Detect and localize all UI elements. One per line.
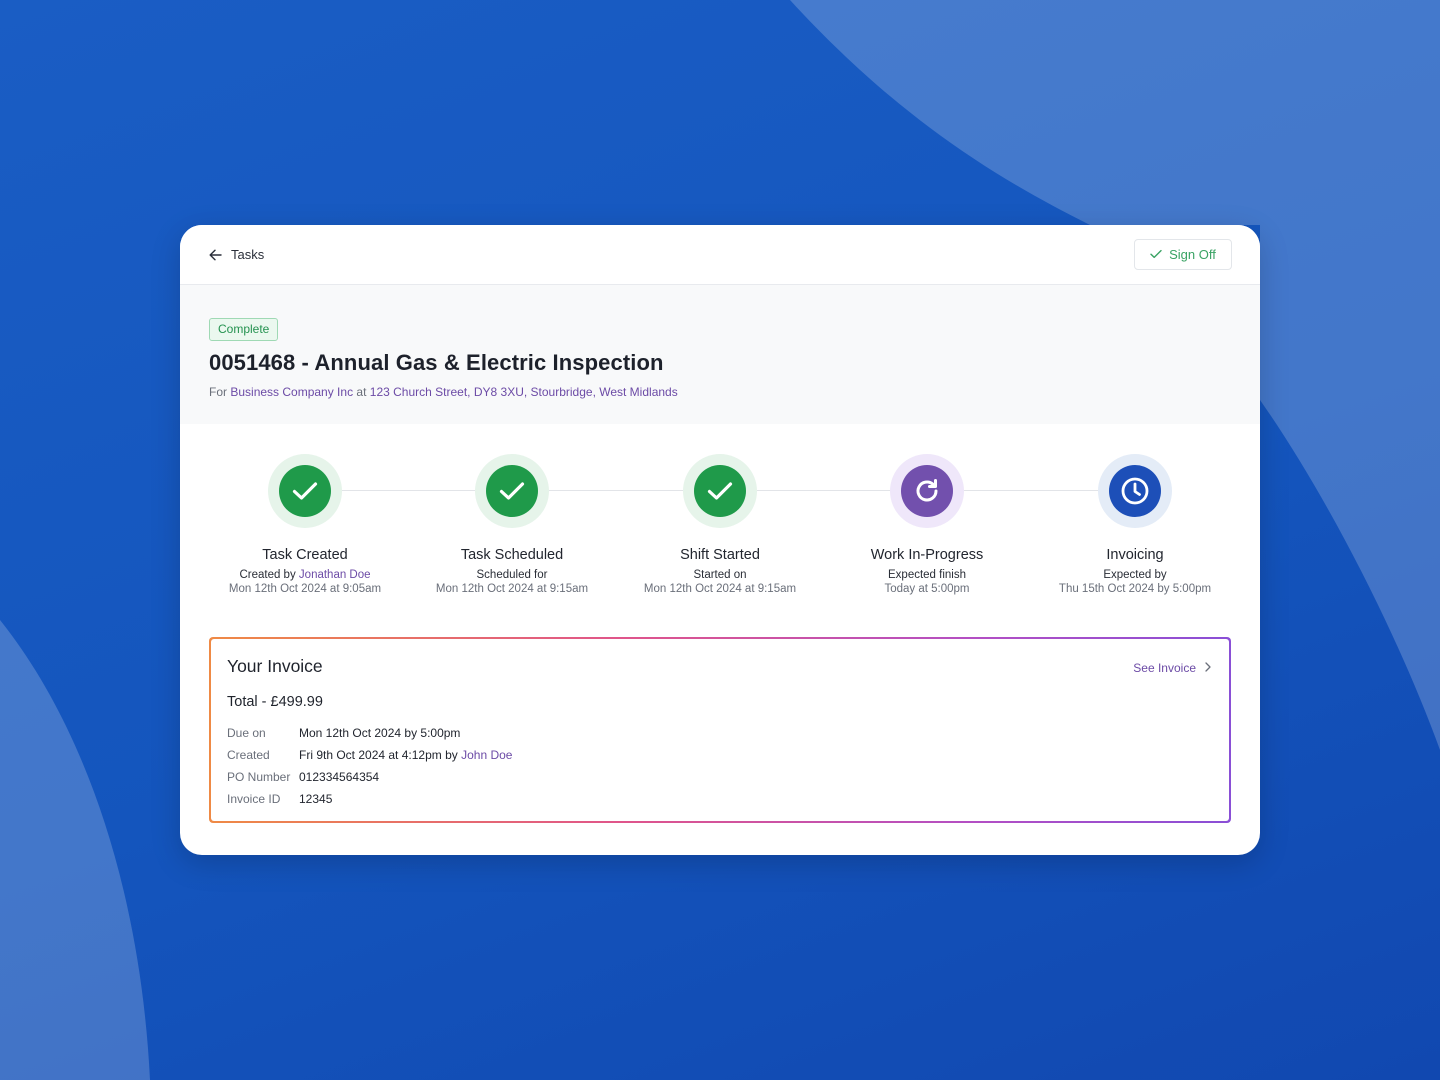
due-label: Due on: [227, 726, 266, 740]
check-icon: [707, 481, 733, 501]
step-title: Task Scheduled: [460, 547, 564, 563]
refresh-icon: [912, 476, 942, 506]
task-subtitle: For Business Company Inc at 123 Church S…: [209, 385, 1231, 399]
arrow-left-icon: [209, 249, 222, 261]
step-status-circle: [901, 465, 953, 517]
invoice-heading: Your Invoice: [227, 656, 323, 676]
step-title: Work In-Progress: [870, 547, 984, 563]
invoice-id-label: Invoice ID: [227, 792, 281, 806]
step-status-ring: [1098, 454, 1172, 528]
due-value: Mon 12th Oct 2024 by 5:00pm: [299, 726, 461, 740]
step-sub-prefix: Expected finish: [888, 569, 966, 581]
created-value: Fri 9th Oct 2024 at 4:12pm by John Doe: [299, 744, 512, 766]
check-icon: [1150, 247, 1162, 262]
step-user-link[interactable]: Jonathan Doe: [299, 569, 371, 581]
invoice-row-due: Due on Mon 12th Oct 2024 by 5:00pm: [227, 722, 1213, 744]
step-status-ring: [683, 454, 757, 528]
step-status-circle: [694, 465, 746, 517]
top-bar: Tasks Sign Off: [180, 225, 1260, 285]
po-label: PO Number: [227, 770, 291, 784]
see-invoice-label: See Invoice: [1133, 661, 1196, 675]
step-subtitle: Started on: [610, 569, 830, 581]
step-subtitle: Expected finish: [817, 569, 1037, 581]
step-sub-prefix: Scheduled for: [476, 569, 548, 581]
step-date: Mon 12th Oct 2024 at 9:15am: [643, 583, 797, 595]
step-status-ring: [475, 454, 549, 528]
see-invoice-link[interactable]: See Invoice: [1133, 661, 1211, 675]
invoice-total: Total - £499.99: [227, 694, 323, 710]
created-date: Fri 9th Oct 2024 at 4:12pm by: [299, 748, 458, 762]
step-sub-prefix: Created by: [239, 569, 296, 581]
po-value: 012334564354: [299, 770, 380, 784]
created-by-link[interactable]: John Doe: [461, 748, 512, 762]
step-subtitle: Scheduled for: [402, 569, 622, 581]
step-subtitle: Created by Jonathan Doe: [195, 569, 415, 581]
step-shift-started: Shift Started Started on Mon 12th Oct 2024…: [610, 454, 830, 595]
step-date: Today at 5:00pm: [884, 583, 970, 595]
invoice-card-border: Your Invoice See Invoice Total - £499.99…: [209, 637, 1231, 823]
invoice-row-po: PO Number 012334564354: [227, 766, 1213, 788]
step-title: Invoicing: [1106, 547, 1164, 563]
step-sub-prefix: Started on: [693, 569, 747, 581]
step-title: Shift Started: [680, 547, 760, 563]
progress-steps: Task Created Created by Jonathan Doe Mon 1…: [180, 424, 1260, 636]
sign-off-button[interactable]: Sign Off: [1134, 239, 1232, 270]
check-icon: [292, 481, 318, 501]
step-subtitle: Expected by: [1025, 569, 1245, 581]
step-task-created: Task Created Created by Jonathan Doe Mon 1…: [195, 454, 415, 595]
step-work-in-progress: Work In-Progress Expected finish Today at …: [817, 454, 1037, 595]
step-status-circle: [1109, 465, 1161, 517]
task-header: Complete 0051468 - Annual Gas & Electric…: [180, 285, 1260, 424]
step-date: Mon 12th Oct 2024 at 9:05am: [228, 583, 382, 595]
step-invoicing: Invoicing Expected by Thu 15th Oct 2024 by…: [1025, 454, 1245, 595]
page-title: 0051468 - Annual Gas & Electric Inspecti…: [209, 350, 664, 375]
invoice-card: Your Invoice See Invoice Total - £499.99…: [211, 639, 1229, 821]
company-link[interactable]: Business Company Inc: [230, 385, 353, 399]
task-card: Tasks Sign Off Complete 0051468 - Annual…: [180, 225, 1260, 855]
step-task-scheduled: Task Scheduled Scheduled for Mon 12th Oct …: [402, 454, 622, 595]
check-icon: [499, 481, 525, 501]
status-badge: Complete: [209, 318, 279, 341]
back-label: Tasks: [231, 247, 265, 262]
step-status-circle: [279, 465, 331, 517]
invoice-details: Due on Mon 12th Oct 2024 by 5:00pm Creat…: [227, 722, 1213, 810]
at-text: at: [356, 385, 367, 399]
back-to-tasks-link[interactable]: Tasks: [209, 247, 264, 262]
step-date: Mon 12th Oct 2024 at 9:15am: [435, 583, 589, 595]
step-status-circle: [486, 465, 538, 517]
created-label: Created: [227, 748, 270, 762]
invoice-row-created: Created Fri 9th Oct 2024 at 4:12pm by Jo…: [227, 744, 1213, 766]
for-prefix: For: [209, 385, 227, 399]
address-link[interactable]: 123 Church Street, DY8 3XU, Stourbridge,…: [370, 385, 678, 399]
chevron-right-icon: [1205, 661, 1211, 675]
step-status-ring: [268, 454, 342, 528]
step-status-ring: [890, 454, 964, 528]
step-date: Thu 15th Oct 2024 by 5:00pm: [1058, 583, 1212, 595]
step-sub-prefix: Expected by: [1103, 569, 1167, 581]
sign-off-label: Sign Off: [1169, 247, 1216, 262]
step-title: Task Created: [262, 547, 348, 563]
invoice-id-value: 12345: [299, 792, 333, 806]
clock-icon: [1119, 475, 1151, 507]
invoice-row-id: Invoice ID 12345: [227, 788, 1213, 810]
